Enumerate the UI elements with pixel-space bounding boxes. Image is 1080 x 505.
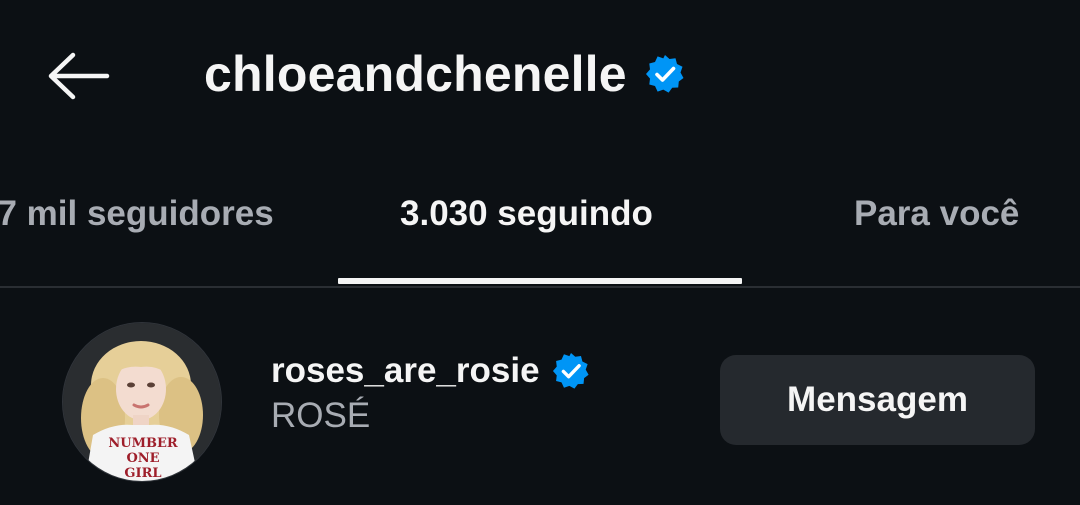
message-button[interactable]: Mensagem xyxy=(720,355,1035,445)
user-handle[interactable]: roses_are_rosie xyxy=(271,351,540,391)
follow-tabs: 27 mil seguidores 3.030 seguindo Para vo… xyxy=(0,170,1080,288)
user-handle-row: roses_are_rosie xyxy=(271,348,590,394)
page-title: chloeandchenelle xyxy=(204,40,685,108)
verified-badge-icon xyxy=(645,54,685,94)
user-info: roses_are_rosie ROSÉ xyxy=(271,348,590,436)
shirt-text-line1: NUMBER xyxy=(108,436,178,451)
shirt-text-line3: GIRL xyxy=(124,466,161,481)
active-tab-indicator xyxy=(338,278,742,284)
list-item: NUMBER ONE GIRL roses_are_rosie ROSÉ Men… xyxy=(0,300,1080,500)
profile-photo: NUMBER ONE GIRL xyxy=(63,323,221,481)
shirt-text-line2: ONE xyxy=(126,451,159,466)
tab-followers[interactable]: 27 mil seguidores xyxy=(0,194,274,234)
user-full-name: ROSÉ xyxy=(271,396,371,435)
following-page: chloeandchenelle 27 mil seguidores 3.030… xyxy=(0,0,1080,505)
verified-badge-icon xyxy=(552,352,590,390)
arrow-left-icon xyxy=(48,52,110,100)
tab-for-you[interactable]: Para você xyxy=(854,194,1019,234)
tab-following[interactable]: 3.030 seguindo xyxy=(400,194,653,234)
back-button[interactable] xyxy=(42,46,114,106)
avatar[interactable]: NUMBER ONE GIRL xyxy=(62,322,222,482)
profile-username[interactable]: chloeandchenelle xyxy=(204,45,627,103)
